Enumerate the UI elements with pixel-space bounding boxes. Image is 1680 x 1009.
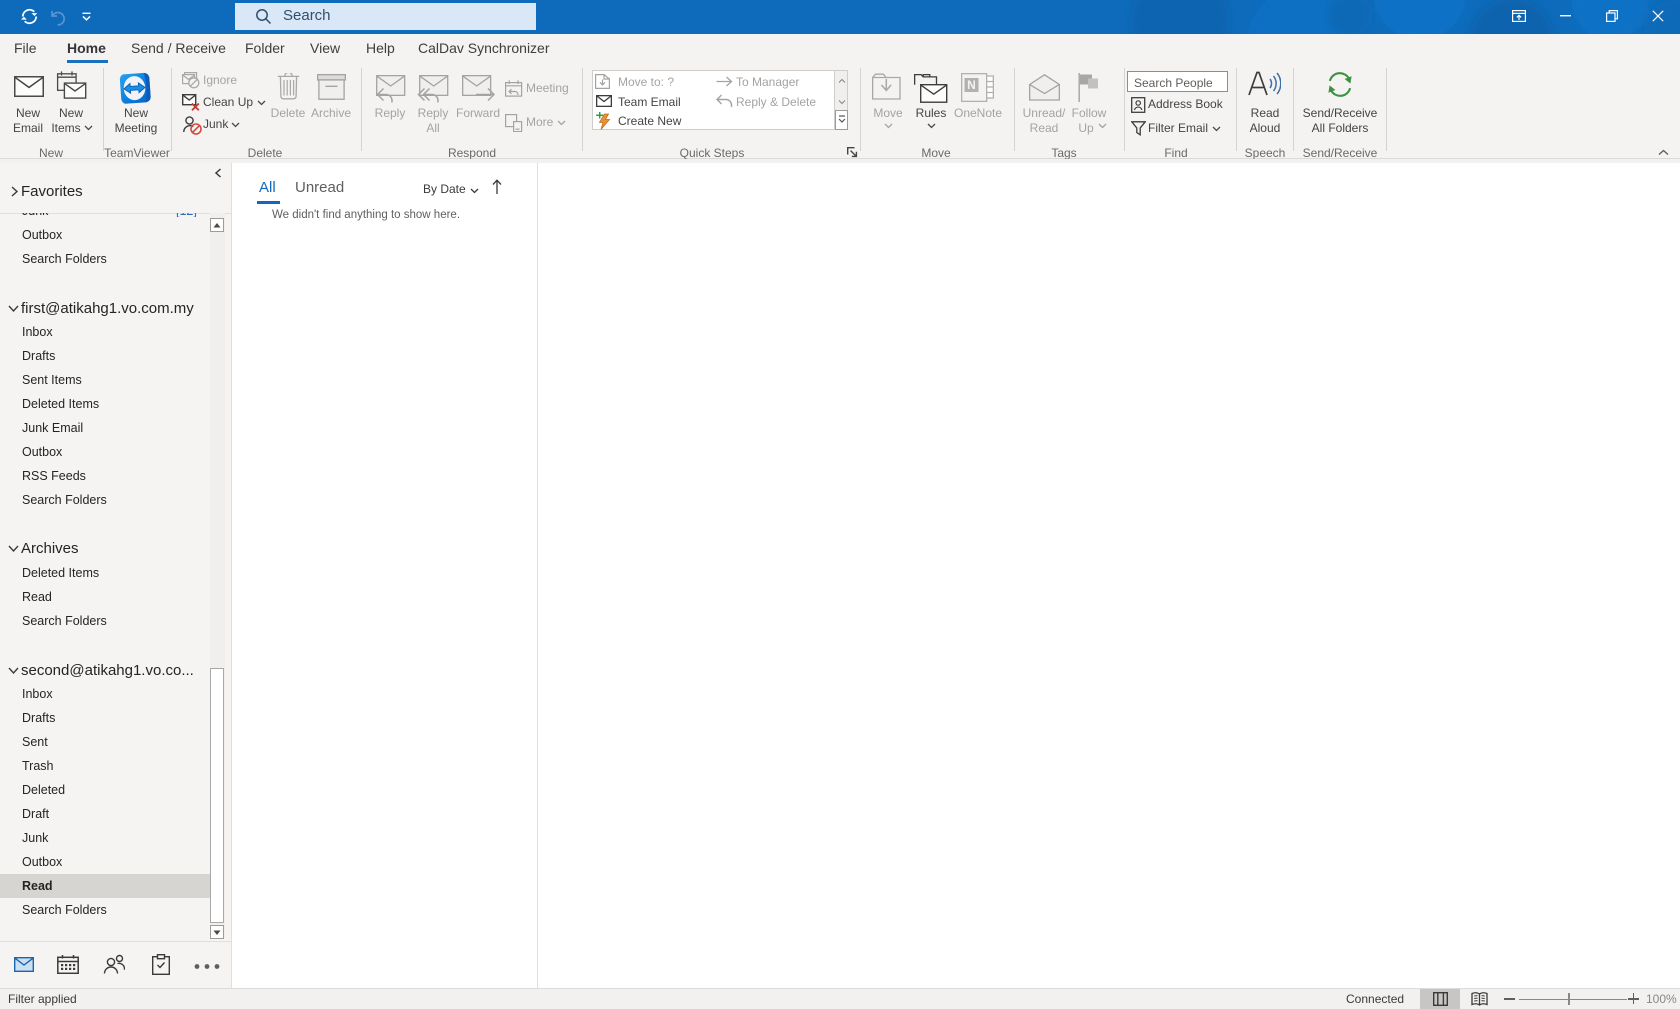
svg-text:N: N [967,78,976,92]
